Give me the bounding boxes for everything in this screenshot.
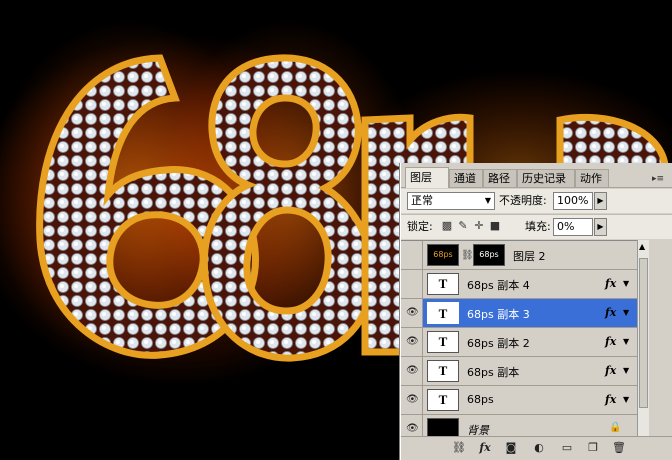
lock-icon: 🔒 — [609, 422, 622, 433]
visibility-toggle[interactable] — [401, 241, 423, 269]
new-group-icon[interactable]: ▭ — [559, 441, 575, 455]
text-layer-thumbnail: T — [427, 302, 459, 324]
fx-icon[interactable]: fx — [605, 335, 616, 348]
visibility-toggle[interactable]: 👁 — [401, 328, 423, 356]
trash-icon[interactable]: 🗑 — [611, 441, 627, 455]
tab-label: 路径 — [488, 172, 510, 185]
chevron-down-icon[interactable]: ▼ — [623, 308, 629, 317]
visibility-toggle[interactable]: 👁 — [401, 299, 423, 327]
tab-label: 通道 — [454, 172, 476, 185]
layer-row[interactable]: 👁 背景 🔒 — [401, 415, 637, 437]
eye-icon: 👁 — [406, 394, 419, 405]
lock-transparency-icon[interactable]: ▩ — [441, 220, 453, 232]
chevron-down-icon[interactable]: ▼ — [623, 337, 629, 346]
text-layer-thumbnail: T — [427, 273, 459, 295]
canvas: 图层 × 通道 路径 历史记录 动作 ▸≡ 正常▼ 不透明度: 100% ▶ 锁定… — [0, 0, 672, 460]
text-layer-thumbnail: T — [427, 331, 459, 353]
adjustment-layer-icon[interactable]: ◐ — [531, 441, 547, 455]
add-mask-icon[interactable]: ◙ — [503, 441, 519, 455]
chevron-down-icon[interactable]: ▼ — [623, 395, 629, 404]
lock-position-icon[interactable]: ✛ — [473, 220, 485, 232]
tab-label: 动作 — [580, 172, 602, 185]
visibility-toggle[interactable]: 👁 — [401, 357, 423, 385]
layer-row[interactable]: T 68ps 副本 4 fx ▼ — [401, 270, 637, 299]
eye-icon: 👁 — [406, 336, 419, 347]
tab-paths[interactable]: 路径 — [483, 169, 517, 187]
panel-menu-icon[interactable]: ▸≡ — [649, 173, 667, 185]
link-icon: ⛓ — [461, 250, 474, 261]
chevron-down-icon[interactable]: ▼ — [623, 366, 629, 375]
layer-row[interactable]: 👁 T 68ps 副本 2 fx ▼ — [401, 328, 637, 357]
tab-history[interactable]: 历史记录 — [517, 169, 575, 187]
layer-row[interactable]: 68ps ⛓ 68ps 图层 2 — [401, 241, 637, 270]
layer-thumbnail: 68ps — [427, 244, 459, 266]
new-layer-icon[interactable]: ❐ — [585, 441, 601, 455]
opacity-slider-arrow-icon[interactable]: ▶ — [594, 192, 607, 210]
layer-name: 68ps 副本 3 — [467, 308, 530, 321]
tab-actions[interactable]: 动作 — [575, 169, 609, 187]
fx-icon[interactable]: fx — [605, 277, 616, 290]
layer-name: 68ps 副本 2 — [467, 337, 530, 350]
layer-name: 背景 — [467, 424, 489, 437]
lock-pixels-icon[interactable]: ✎ — [457, 220, 469, 232]
layer-name: 68ps 副本 — [467, 366, 520, 379]
visibility-toggle[interactable] — [401, 270, 423, 298]
tab-label: 历史记录 — [522, 172, 566, 185]
fill-slider-arrow-icon[interactable]: ▶ — [594, 218, 607, 236]
scroll-thumb[interactable] — [639, 258, 648, 408]
panel-tabs: 图层 × 通道 路径 历史记录 动作 ▸≡ — [401, 167, 672, 204]
layer-name: 68ps 副本 4 — [467, 279, 530, 292]
fx-icon[interactable]: fx — [605, 393, 616, 406]
link-layers-icon[interactable]: ⛓ — [451, 441, 467, 455]
chevron-up-icon[interactable]: ▲ — [639, 242, 645, 251]
fill-label: 填充: — [525, 220, 551, 233]
close-icon[interactable]: × — [414, 193, 422, 204]
tab-channels[interactable]: 通道 — [449, 169, 483, 187]
visibility-toggle[interactable]: 👁 — [401, 415, 423, 437]
fill-input[interactable]: 0% — [553, 218, 593, 236]
fx-icon[interactable]: fx — [605, 364, 616, 377]
layer-row[interactable]: 👁 T 68ps fx ▼ — [401, 386, 637, 415]
layer-thumbnail — [427, 418, 459, 437]
layer-mask-thumbnail: 68ps — [473, 244, 505, 266]
blend-row: 正常▼ 不透明度: 100% ▶ — [401, 189, 672, 213]
text-layer-thumbnail: T — [427, 360, 459, 382]
layer-row-selected[interactable]: 👁 T 68ps 副本 3 fx ▼ — [401, 299, 637, 328]
layer-name: 图层 2 — [513, 250, 546, 263]
tab-layers[interactable]: 图层 × — [405, 167, 449, 204]
tab-label: 图层 — [410, 171, 432, 184]
layers-panel: 图层 × 通道 路径 历史记录 动作 ▸≡ 正常▼ 不透明度: 100% ▶ 锁定… — [400, 163, 672, 460]
scrollbar[interactable]: ▲ — [637, 240, 649, 436]
add-style-icon[interactable]: fx — [477, 441, 493, 455]
lock-label: 锁定: — [407, 220, 433, 233]
layer-row[interactable]: 👁 T 68ps 副本 fx ▼ — [401, 357, 637, 386]
eye-icon: 👁 — [406, 365, 419, 376]
layers-list: 68ps ⛓ 68ps 图层 2 T 68ps 副本 4 fx ▼ 👁 T 68… — [401, 240, 637, 437]
fx-icon[interactable]: fx — [605, 306, 616, 319]
chevron-down-icon[interactable]: ▼ — [623, 279, 629, 288]
lock-row: 锁定: ▩ ✎ ✛ ■ 填充: 0% ▶ — [401, 214, 672, 239]
text-layer-thumbnail: T — [427, 389, 459, 411]
visibility-toggle[interactable]: 👁 — [401, 386, 423, 414]
opacity-label: 不透明度: — [499, 194, 547, 207]
opacity-input[interactable]: 100% — [553, 192, 593, 210]
eye-icon: 👁 — [406, 423, 419, 434]
layer-name: 68ps — [467, 393, 494, 406]
chevron-down-icon: ▼ — [484, 196, 491, 205]
eye-icon: 👁 — [406, 307, 419, 318]
lock-all-icon[interactable]: ■ — [489, 220, 501, 232]
panel-footer: ⛓ fx ◙ ◐ ▭ ❐ 🗑 — [401, 436, 672, 460]
